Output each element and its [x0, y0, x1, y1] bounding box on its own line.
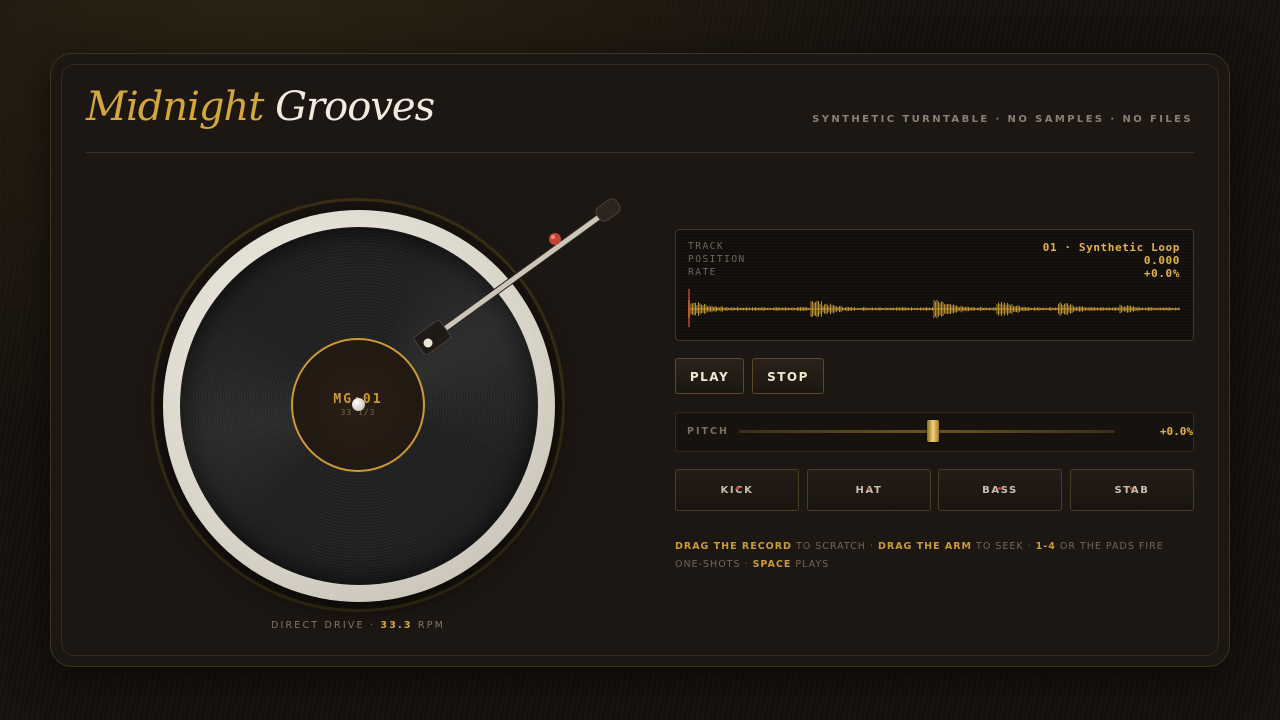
rate-value: +0.0%	[1143, 267, 1180, 280]
play-button[interactable]: PLAY	[675, 358, 744, 394]
waveform-icon[interactable]	[688, 288, 1180, 330]
help-key-record: DRAG THE RECORD	[675, 541, 792, 552]
spindle-icon	[352, 398, 365, 411]
rate-key: RATE	[688, 267, 717, 278]
pitch-label: PITCH	[687, 426, 729, 437]
pad-bass-indicator	[998, 487, 1001, 490]
pad-kick-indicator	[736, 487, 739, 490]
app-title-word1: Midnight	[86, 84, 264, 130]
pad-kick[interactable]: KICK	[675, 469, 799, 511]
stop-button[interactable]: STOP	[752, 358, 824, 394]
help-text-2: TO SEEK ·	[972, 541, 1036, 552]
app-title-word2: Grooves	[275, 84, 435, 130]
pad-stab-indicator	[1130, 487, 1133, 490]
display-row-position: POSITION 0.000	[688, 254, 1180, 267]
rpm-value: 33.3	[380, 620, 413, 631]
help-text-4: PLAYS	[791, 559, 830, 570]
position-value: 0.000	[1143, 254, 1180, 267]
pad-hat[interactable]: HAT	[807, 469, 931, 511]
pad-bass[interactable]: BASS	[938, 469, 1062, 511]
app-subtitle: SYNTHETIC TURNTABLE · NO SAMPLES · NO FI…	[812, 114, 1193, 125]
position-key: POSITION	[688, 254, 746, 265]
help-text-1: TO SCRATCH ·	[791, 541, 878, 552]
help-text: DRAG THE RECORD TO SCRATCH · DRAG THE AR…	[675, 538, 1195, 574]
drive-status: DIRECT DRIVE · 33.3 RPM	[158, 620, 558, 631]
help-key-space: SPACE	[752, 559, 792, 570]
track-value: 01 · Synthetic Loop	[1042, 241, 1180, 254]
help-key-arm: DRAG THE ARM	[878, 541, 973, 552]
header-divider	[86, 152, 1194, 153]
pitch-slider-thumb[interactable]	[927, 420, 939, 442]
display-row-rate: RATE +0.0%	[688, 267, 1180, 280]
pad-stab[interactable]: STAB	[1070, 469, 1194, 511]
pitch-value: +0.0%	[1159, 425, 1193, 438]
pad-hat-indicator	[867, 487, 870, 490]
tonearm-icon[interactable]	[400, 190, 640, 370]
drive-prefix: DIRECT DRIVE ·	[270, 620, 376, 631]
display-row-track: TRACK 01 · Synthetic Loop	[688, 241, 1180, 254]
rpm-unit: RPM	[417, 620, 446, 631]
help-key-numbers: 1-4	[1035, 541, 1056, 552]
track-key: TRACK	[688, 241, 725, 252]
app-title: Midnight Grooves	[86, 84, 435, 130]
